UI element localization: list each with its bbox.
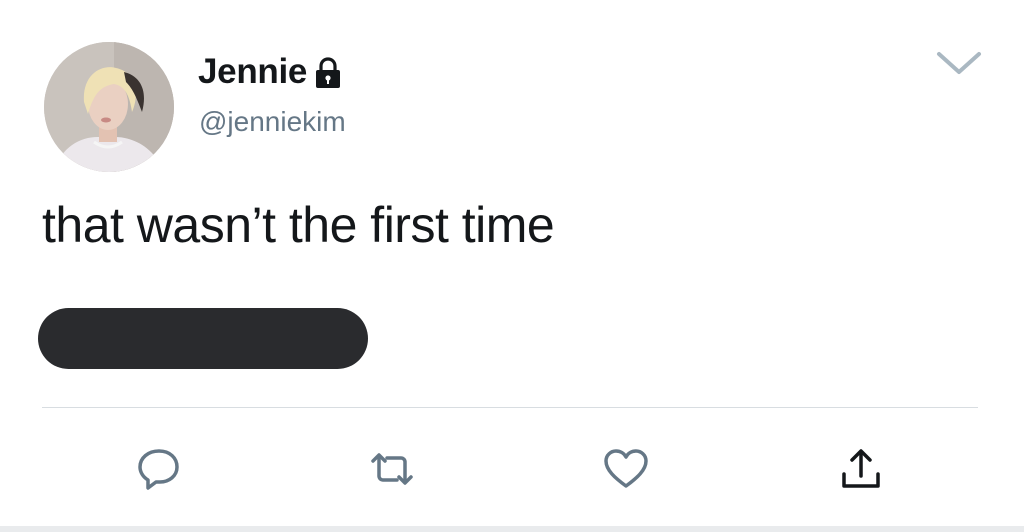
tweet-text: that wasn’t the first time <box>42 197 555 253</box>
lock-icon <box>313 56 343 90</box>
display-name[interactable]: Jennie <box>198 52 307 92</box>
avatar[interactable] <box>44 42 174 172</box>
bottom-border <box>0 526 1024 532</box>
share-icon <box>842 449 880 488</box>
name-row: Jennie <box>198 50 343 94</box>
chevron-down-icon[interactable] <box>934 48 984 78</box>
redaction-bar <box>38 308 368 369</box>
user-handle[interactable]: @jenniekim <box>199 106 346 138</box>
like-button[interactable] <box>603 446 649 492</box>
share-button[interactable] <box>838 446 884 492</box>
tweet-card: Jennie @jenniekim that wasn’t the first … <box>0 0 1024 532</box>
reply-button[interactable] <box>136 446 182 492</box>
avatar-photo <box>44 42 174 172</box>
retweet-button[interactable] <box>369 446 415 492</box>
retweet-icon <box>371 453 413 485</box>
reply-icon <box>138 449 179 490</box>
heart-icon <box>604 449 648 488</box>
divider <box>42 407 978 408</box>
